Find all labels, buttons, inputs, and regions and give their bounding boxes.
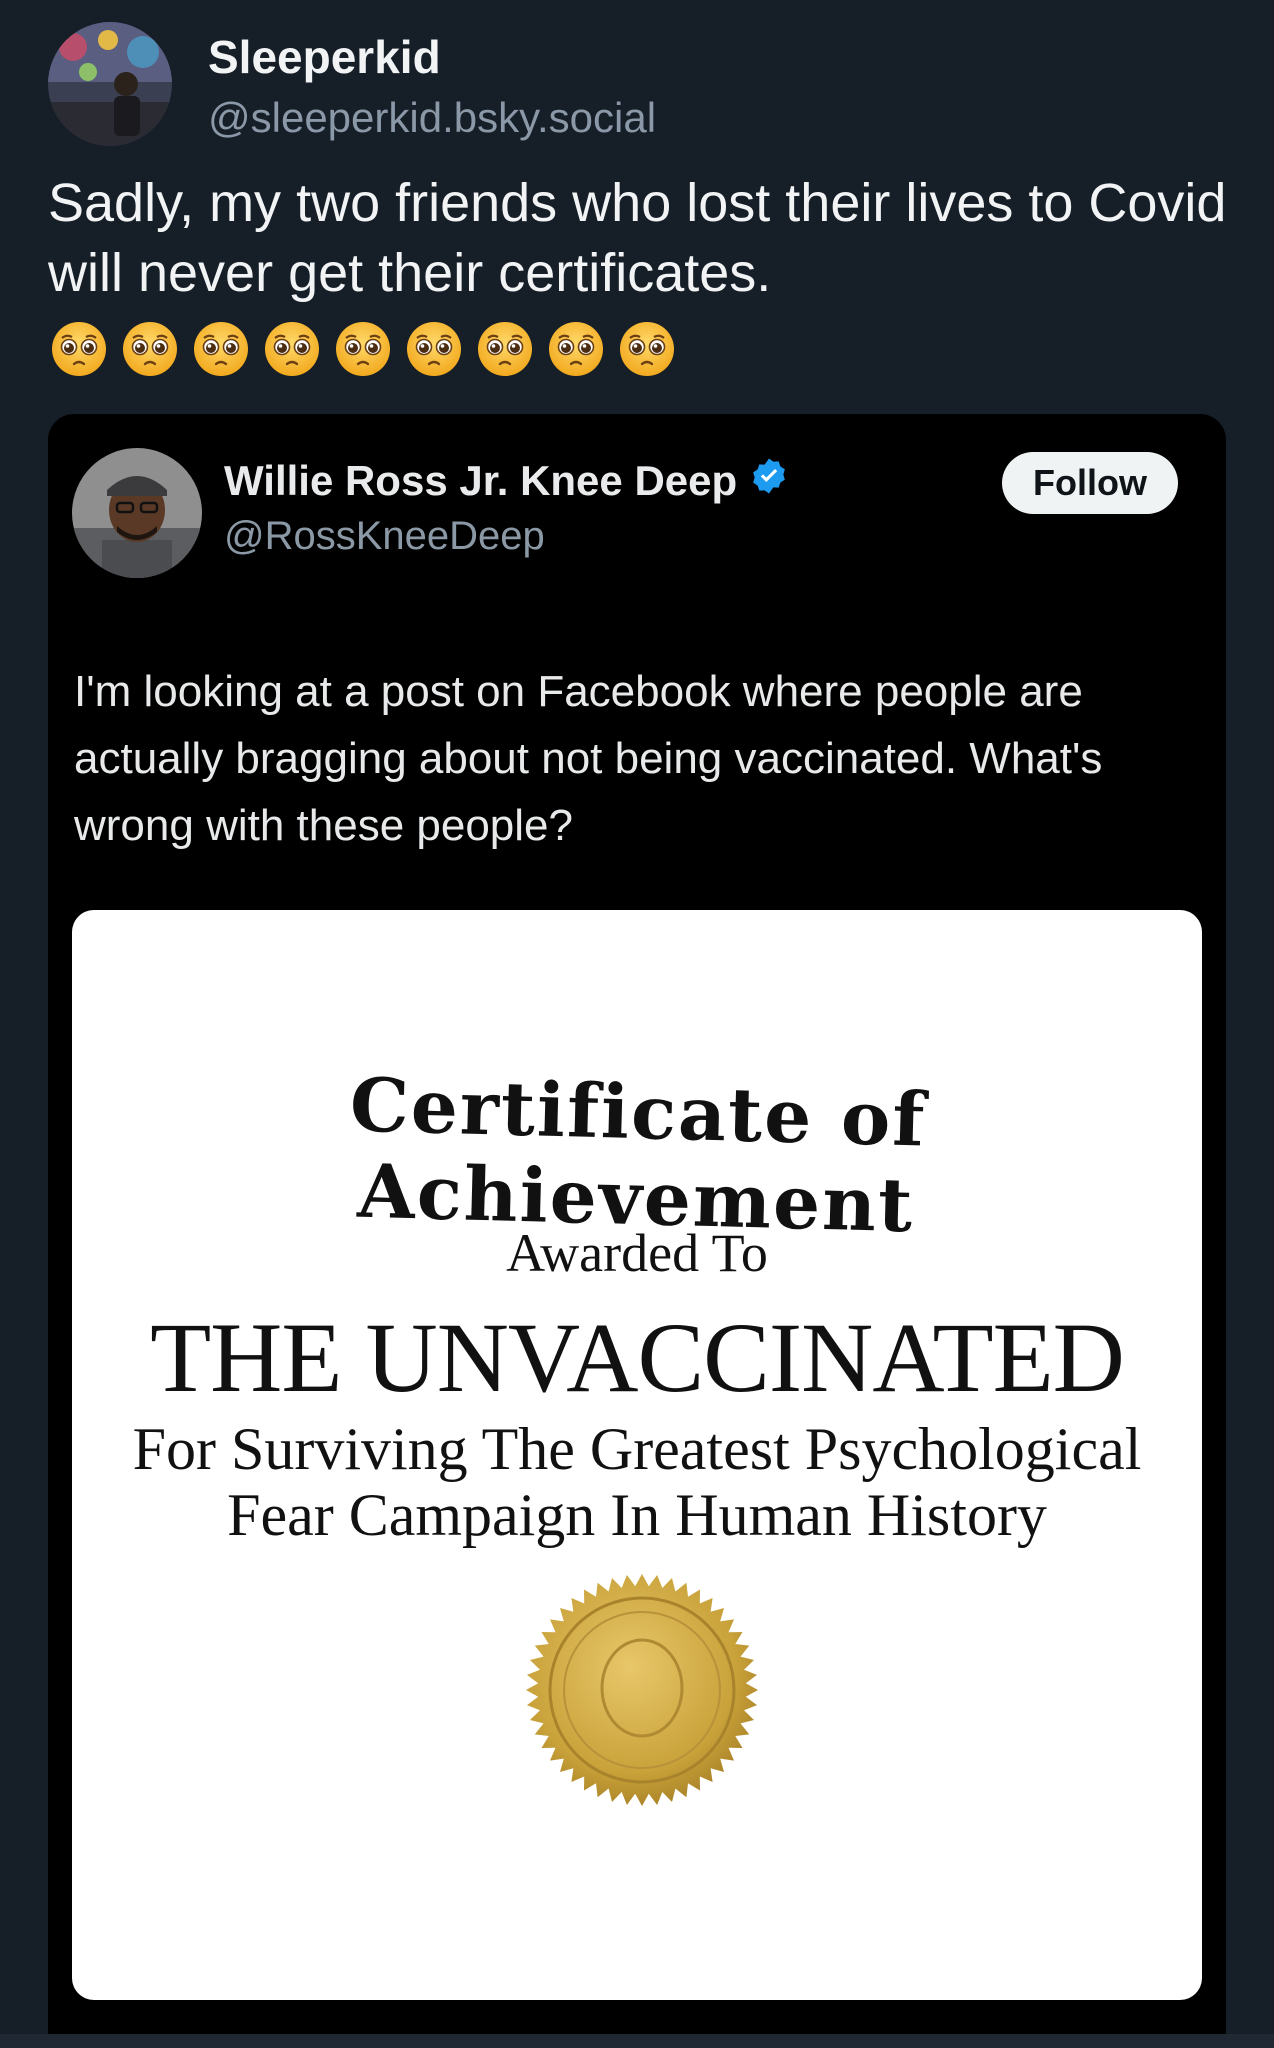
- embed-avatar-image: [72, 448, 202, 578]
- pleading-face-emoji: [123, 322, 177, 376]
- follow-button[interactable]: Follow: [1002, 452, 1178, 514]
- divider: [0, 2034, 1274, 2048]
- post-text: Sadly, my two friends who lost their liv…: [48, 173, 1227, 303]
- avatar[interactable]: [48, 22, 172, 146]
- page: Sleeperkid @sleeperkid.bsky.social Sadly…: [0, 0, 1274, 2048]
- embed-author-handle[interactable]: @RossKneeDeep: [224, 514, 545, 559]
- certificate-awarded-to: Awarded To: [506, 1223, 768, 1283]
- certificate-reason-line1: For Surviving The Greatest Psychological: [132, 1416, 1142, 1482]
- pleading-face-emoji: [478, 322, 532, 376]
- embed-author-name-text: Willie Ross Jr. Knee Deep: [224, 457, 738, 504]
- pleading-face-emoji: [336, 322, 390, 376]
- verified-badge-icon: [749, 456, 789, 506]
- embed-author-name[interactable]: Willie Ross Jr. Knee Deep: [224, 456, 789, 506]
- pleading-face-emoji: [52, 322, 106, 376]
- author-name[interactable]: Sleeperkid: [208, 30, 441, 84]
- pleading-face-emoji: [194, 322, 248, 376]
- embed-avatar[interactable]: [72, 448, 202, 578]
- certificate-image[interactable]: Certificate of Achievement Awarded To TH…: [72, 910, 1202, 2000]
- pleading-face-emoji: [620, 322, 674, 376]
- pleading-face-emoji: [265, 322, 319, 376]
- pleading-face-emoji: [549, 322, 603, 376]
- certificate-reason-line2: Fear Campaign In Human History: [227, 1482, 1047, 1548]
- pleading-face-emoji: [407, 322, 461, 376]
- author-handle[interactable]: @sleeperkid.bsky.social: [208, 94, 656, 142]
- embed-text: I'm looking at a post on Facebook where …: [74, 667, 1103, 850]
- avatar-image: [48, 22, 172, 146]
- gold-seal-icon: [522, 1570, 762, 1810]
- embedded-post[interactable]: Willie Ross Jr. Knee Deep @RossKneeDeep …: [48, 414, 1226, 2048]
- certificate-reason: For Surviving The Greatest Psychological…: [72, 1416, 1202, 1548]
- emoji-row: [50, 320, 676, 378]
- certificate-recipient: THE UNVACCINATED: [150, 1302, 1125, 1413]
